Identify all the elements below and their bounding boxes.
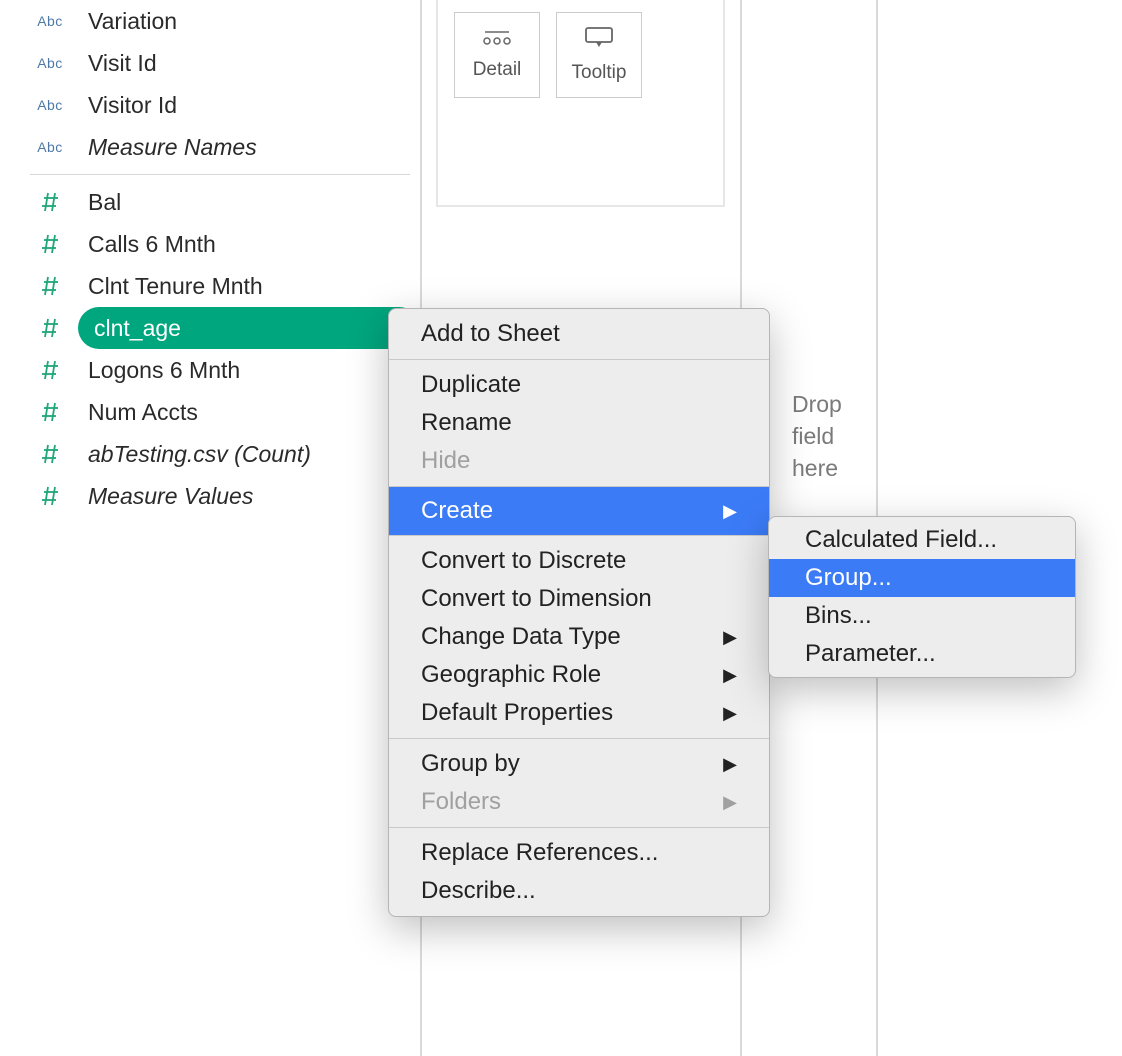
detail-icon — [483, 29, 511, 51]
measure-field[interactable]: abTesting.csv (Count) — [30, 433, 410, 475]
abc-icon: Abc — [30, 97, 70, 113]
number-icon — [30, 318, 70, 338]
submenu-arrow-icon: ▶ — [723, 754, 737, 775]
tooltip-icon — [584, 26, 614, 54]
marks-card-container: Detail Tooltip — [436, 0, 725, 207]
context-menu: Add to Sheet Duplicate Rename Hide Creat… — [388, 308, 770, 917]
detail-label: Detail — [473, 59, 522, 81]
abc-icon: Abc — [30, 139, 70, 155]
dimension-field[interactable]: Abc Visitor Id — [30, 84, 410, 126]
abc-icon: Abc — [30, 55, 70, 71]
menu-group-by[interactable]: Group by ▶ — [389, 745, 769, 783]
data-pane: Abc Variation Abc Visit Id Abc Visitor I… — [30, 0, 410, 517]
create-submenu: Calculated Field... Group... Bins... Par… — [768, 516, 1076, 678]
measure-field[interactable]: Num Accts — [30, 391, 410, 433]
menu-duplicate[interactable]: Duplicate — [389, 366, 769, 404]
number-icon — [30, 402, 70, 422]
field-label: Calls 6 Mnth — [88, 231, 216, 258]
field-label: Clnt Tenure Mnth — [88, 273, 263, 300]
dimension-field[interactable]: Abc Variation — [30, 0, 410, 42]
field-label: Variation — [88, 8, 177, 35]
submenu-bins[interactable]: Bins... — [769, 597, 1075, 635]
submenu-arrow-icon: ▶ — [723, 703, 737, 724]
dimension-field[interactable]: Abc Visit Id — [30, 42, 410, 84]
field-label: abTesting.csv (Count) — [88, 441, 311, 468]
field-label: Measure Values — [88, 483, 253, 510]
submenu-arrow-icon: ▶ — [723, 792, 737, 813]
menu-convert-dimension[interactable]: Convert to Dimension — [389, 580, 769, 618]
menu-folders: Folders ▶ — [389, 783, 769, 821]
menu-rename[interactable]: Rename — [389, 404, 769, 442]
submenu-parameter[interactable]: Parameter... — [769, 635, 1075, 673]
drop-field-hint: Drop field here — [792, 388, 882, 484]
field-label: Visit Id — [88, 50, 157, 77]
submenu-group[interactable]: Group... — [769, 559, 1075, 597]
field-label: Num Accts — [88, 399, 198, 426]
measure-field[interactable]: Measure Values — [30, 475, 410, 517]
field-label: clnt_age — [94, 315, 181, 342]
number-icon — [30, 234, 70, 254]
menu-convert-discrete[interactable]: Convert to Discrete — [389, 542, 769, 580]
number-icon — [30, 276, 70, 296]
dimension-field[interactable]: Abc Measure Names — [30, 126, 410, 168]
menu-change-datatype[interactable]: Change Data Type ▶ — [389, 618, 769, 656]
menu-replace-references[interactable]: Replace References... — [389, 834, 769, 872]
measure-field[interactable]: Calls 6 Mnth — [30, 223, 410, 265]
submenu-arrow-icon: ▶ — [723, 627, 737, 648]
tooltip-card[interactable]: Tooltip — [556, 12, 642, 98]
detail-card[interactable]: Detail — [454, 12, 540, 98]
measure-field[interactable]: Clnt Tenure Mnth — [30, 265, 410, 307]
measure-field-selected[interactable]: clnt_age — [30, 307, 410, 349]
submenu-calculated-field[interactable]: Calculated Field... — [769, 521, 1075, 559]
field-label: Logons 6 Mnth — [88, 357, 240, 384]
menu-geographic-role[interactable]: Geographic Role ▶ — [389, 656, 769, 694]
menu-add-to-sheet[interactable]: Add to Sheet — [389, 315, 769, 353]
menu-hide: Hide — [389, 442, 769, 480]
menu-create[interactable]: Create ▶ — [389, 487, 769, 535]
number-icon — [30, 444, 70, 464]
measure-field[interactable]: Bal — [30, 181, 410, 223]
abc-icon: Abc — [30, 13, 70, 29]
tooltip-label: Tooltip — [572, 62, 627, 84]
field-label: Measure Names — [88, 134, 257, 161]
measure-field[interactable]: Logons 6 Mnth — [30, 349, 410, 391]
submenu-arrow-icon: ▶ — [723, 665, 737, 686]
submenu-arrow-icon: ▶ — [723, 501, 737, 522]
field-divider — [30, 174, 410, 175]
number-icon — [30, 360, 70, 380]
number-icon — [30, 486, 70, 506]
menu-describe[interactable]: Describe... — [389, 872, 769, 910]
number-icon — [30, 192, 70, 212]
selected-pill[interactable]: clnt_age — [78, 307, 420, 349]
field-label: Visitor Id — [88, 92, 177, 119]
menu-default-properties[interactable]: Default Properties ▶ — [389, 694, 769, 732]
field-label: Bal — [88, 189, 121, 216]
